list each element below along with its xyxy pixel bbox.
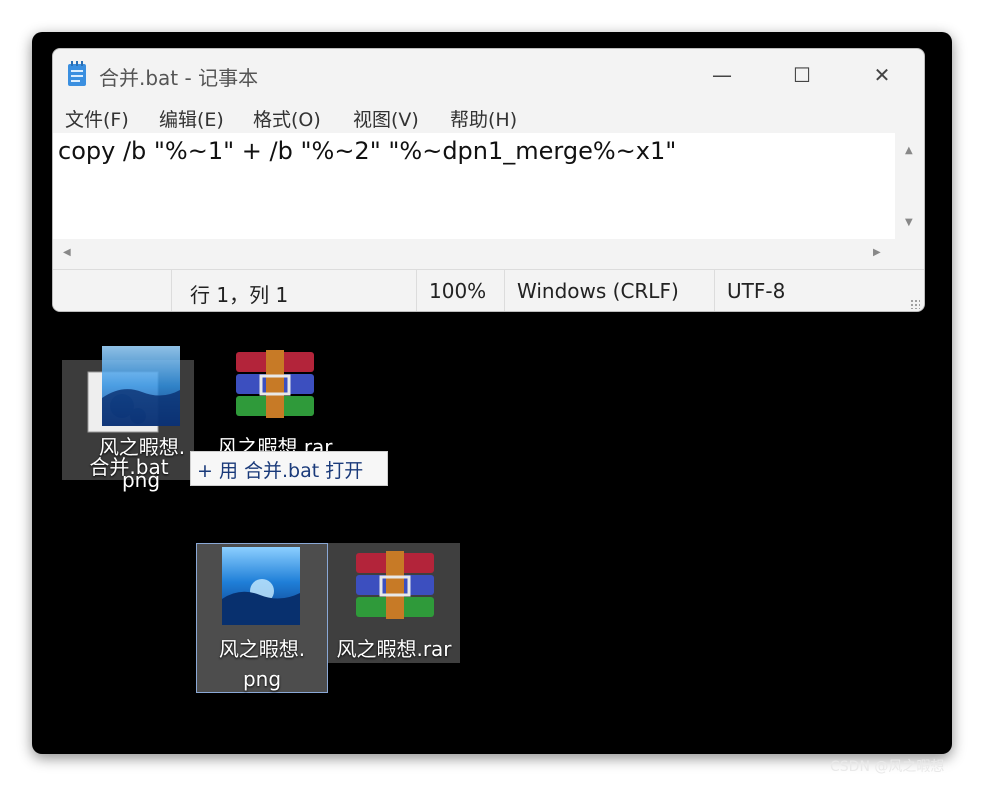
text-editor[interactable]: copy /b "%~1" + /b "%~2" "%~dpn1_merge%~…: [53, 133, 895, 239]
scroll-right-icon[interactable]: ▶: [873, 247, 881, 258]
rar-bottom-label: 风之暇想.rar: [336, 637, 452, 661]
notepad-window: 合并.bat - 记事本 — ☐ ✕ 文件(F) 编辑(E) 格式(O) 视图(…: [52, 48, 925, 312]
png-file-icon: [222, 547, 300, 625]
menu-bar: 文件(F) 编辑(E) 格式(O) 视图(V) 帮助(H): [53, 101, 924, 133]
window-title: 合并.bat - 记事本: [99, 66, 259, 90]
status-position: 行 1，列 1: [171, 270, 416, 311]
watermark: CSDN @风之暇想: [830, 759, 945, 775]
scroll-up-icon[interactable]: ▲: [905, 145, 913, 156]
minimize-button[interactable]: —: [699, 59, 745, 91]
png-label-line1: 风之暇想.: [218, 637, 306, 661]
status-encoding: UTF-8: [714, 270, 924, 311]
rar-file-icon[interactable]: [234, 350, 316, 418]
notepad-icon: [68, 61, 86, 86]
status-line-ending: Windows (CRLF): [504, 270, 714, 311]
status-zoom: 100%: [416, 270, 504, 311]
editor-content: copy /b "%~1" + /b "%~2" "%~dpn1_merge%~…: [58, 137, 677, 165]
scroll-left-icon[interactable]: ◀: [63, 247, 71, 258]
open-with-tooltip: + 用 合并.bat 打开: [190, 451, 388, 486]
vertical-scrollbar[interactable]: ▲ ▼: [895, 133, 924, 239]
close-button[interactable]: ✕: [859, 59, 905, 91]
menu-view[interactable]: 视图(V): [353, 105, 419, 132]
title-bar[interactable]: 合并.bat - 记事本 — ☐ ✕: [53, 49, 924, 101]
menu-help[interactable]: 帮助(H): [450, 105, 517, 132]
png-label-line2: png: [242, 667, 282, 691]
horizontal-scrollbar[interactable]: ◀ ▶: [53, 239, 895, 269]
png-preview-icon: [102, 346, 180, 426]
scroll-down-icon[interactable]: ▼: [905, 217, 913, 228]
menu-edit[interactable]: 编辑(E): [159, 105, 224, 132]
resize-grip-icon[interactable]: [910, 299, 920, 309]
status-bar: 行 1，列 1 100% Windows (CRLF) UTF-8: [53, 269, 924, 311]
maximize-button[interactable]: ☐: [779, 59, 825, 91]
rar-file-icon-bottom: [356, 551, 434, 619]
menu-file[interactable]: 文件(F): [65, 105, 129, 132]
menu-format[interactable]: 格式(O): [253, 105, 321, 132]
